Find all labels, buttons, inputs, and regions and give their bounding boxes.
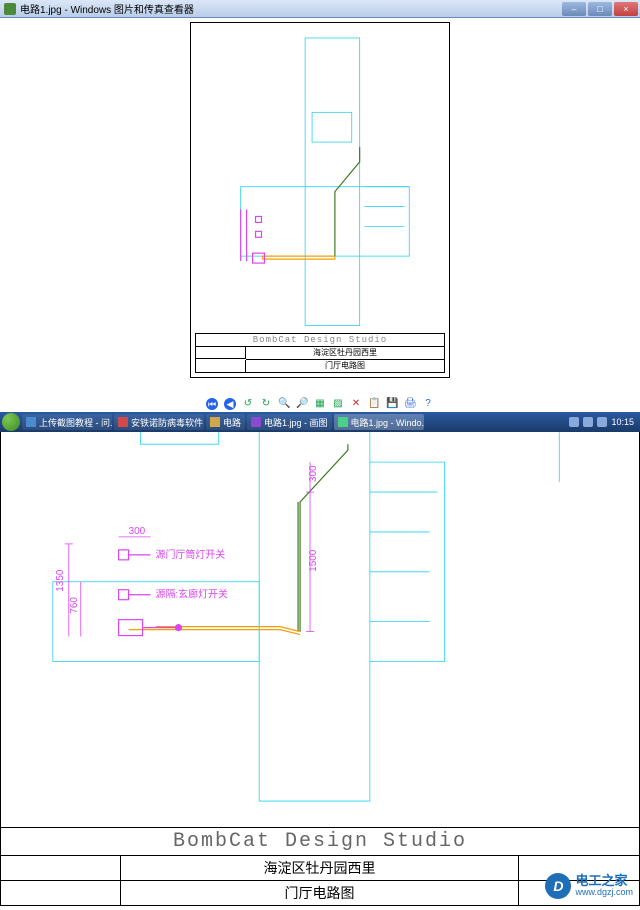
studio-title: BombCat Design Studio — [1, 828, 639, 856]
drawing-title-block: BombCat Design Studio 海淀区牡丹园西里 门厅电路图 — [1, 827, 639, 905]
title-location: 海淀区牡丹园西里 — [121, 856, 519, 880]
delete-icon[interactable]: ✕ — [350, 398, 362, 410]
watermark-logo-icon: D — [545, 873, 571, 899]
dim-1350: 1350 — [55, 569, 66, 592]
switch-label-2: 源隔:玄廊灯开关 — [156, 588, 228, 601]
minimize-button[interactable]: – — [562, 2, 586, 16]
taskbar-app-4[interactable]: 电路1.jpg - 画图 — [247, 414, 332, 430]
zoom-in-icon[interactable]: 🔎 — [296, 398, 308, 410]
clock: 10:15 — [611, 417, 634, 427]
fit-icon[interactable]: ▦ — [314, 398, 326, 410]
taskbar-app-1[interactable]: 上传截图教程 - 问... — [22, 414, 112, 430]
system-tray: 10:15 — [569, 417, 638, 427]
watermark-url: www.dgzj.com — [575, 888, 633, 898]
mini-row2: 门厅电路图 — [246, 360, 444, 372]
taskbar: 上传截图教程 - 问... 安铁诺防病毒软件 电路 电路1.jpg - 画图 电… — [0, 412, 640, 432]
taskbar-app-2[interactable]: 安铁诺防病毒软件 — [114, 414, 204, 430]
mini-drawing — [201, 33, 439, 331]
window-titlebar: 电路1.jpg - Windows 图片和传真查看器 – □ × — [0, 0, 640, 18]
window-title: 电路1.jpg - Windows 图片和传真查看器 — [20, 1, 194, 16]
document-page: BombCat Design Studio 海淀区牡丹园西里 门厅电路图 — [190, 22, 450, 378]
maximize-button[interactable]: □ — [588, 2, 612, 16]
viewer-toolbar: ⏮ ◀ ↺ ↻ 🔍 🔎 ▦ ▨ ✕ 📋 💾 🖨 ? — [0, 396, 640, 412]
start-button[interactable] — [2, 413, 20, 431]
taskbar-app-5[interactable]: 电路1.jpg - Windo... — [334, 414, 424, 430]
tray-icon[interactable] — [597, 417, 607, 427]
main-drawing-area: 300 1350 760 1500 300 源门厅筒灯开关 源隔:玄廊灯开关 B… — [0, 432, 640, 906]
rotate-cw-icon[interactable]: ↻ — [260, 398, 272, 410]
tray-icon[interactable] — [569, 417, 579, 427]
dim-300b: 300 — [308, 465, 319, 482]
rotate-ccw-icon[interactable]: ↺ — [242, 398, 254, 410]
dim-1500: 1500 — [308, 549, 319, 572]
taskbar-app-3[interactable]: 电路 — [206, 414, 245, 430]
title-cell-left-1 — [1, 856, 121, 880]
prev-icon[interactable]: ◀ — [224, 398, 236, 410]
watermark: D 电工之家 www.dgzj.com — [545, 873, 633, 899]
help-icon[interactable]: ? — [422, 398, 434, 410]
print-icon[interactable]: 🖨 — [404, 398, 416, 410]
image-viewer-area: BombCat Design Studio 海淀区牡丹园西里 门厅电路图 — [0, 18, 640, 396]
window-controls: – □ × — [562, 2, 640, 16]
tray-icon[interactable] — [583, 417, 593, 427]
mini-row1: 海淀区牡丹园西里 — [246, 347, 444, 360]
title-drawing-name: 门厅电路图 — [121, 881, 519, 905]
mini-title-block: BombCat Design Studio 海淀区牡丹园西里 门厅电路图 — [195, 333, 445, 373]
watermark-name: 电工之家 — [575, 874, 633, 888]
switch-label-1: 源门厅筒灯开关 — [156, 548, 226, 561]
first-icon[interactable]: ⏮ — [206, 398, 218, 410]
title-cell-left-2 — [1, 881, 121, 905]
dim-300: 300 — [129, 526, 146, 537]
close-button[interactable]: × — [614, 2, 638, 16]
app-icon — [4, 3, 16, 15]
dim-760: 760 — [69, 597, 80, 614]
zoom-out-icon[interactable]: 🔍 — [278, 398, 290, 410]
actual-icon[interactable]: ▨ — [332, 398, 344, 410]
copy-icon[interactable]: 📋 — [368, 398, 380, 410]
mini-studio-name: BombCat Design Studio — [196, 334, 444, 347]
save-icon[interactable]: 💾 — [386, 398, 398, 410]
